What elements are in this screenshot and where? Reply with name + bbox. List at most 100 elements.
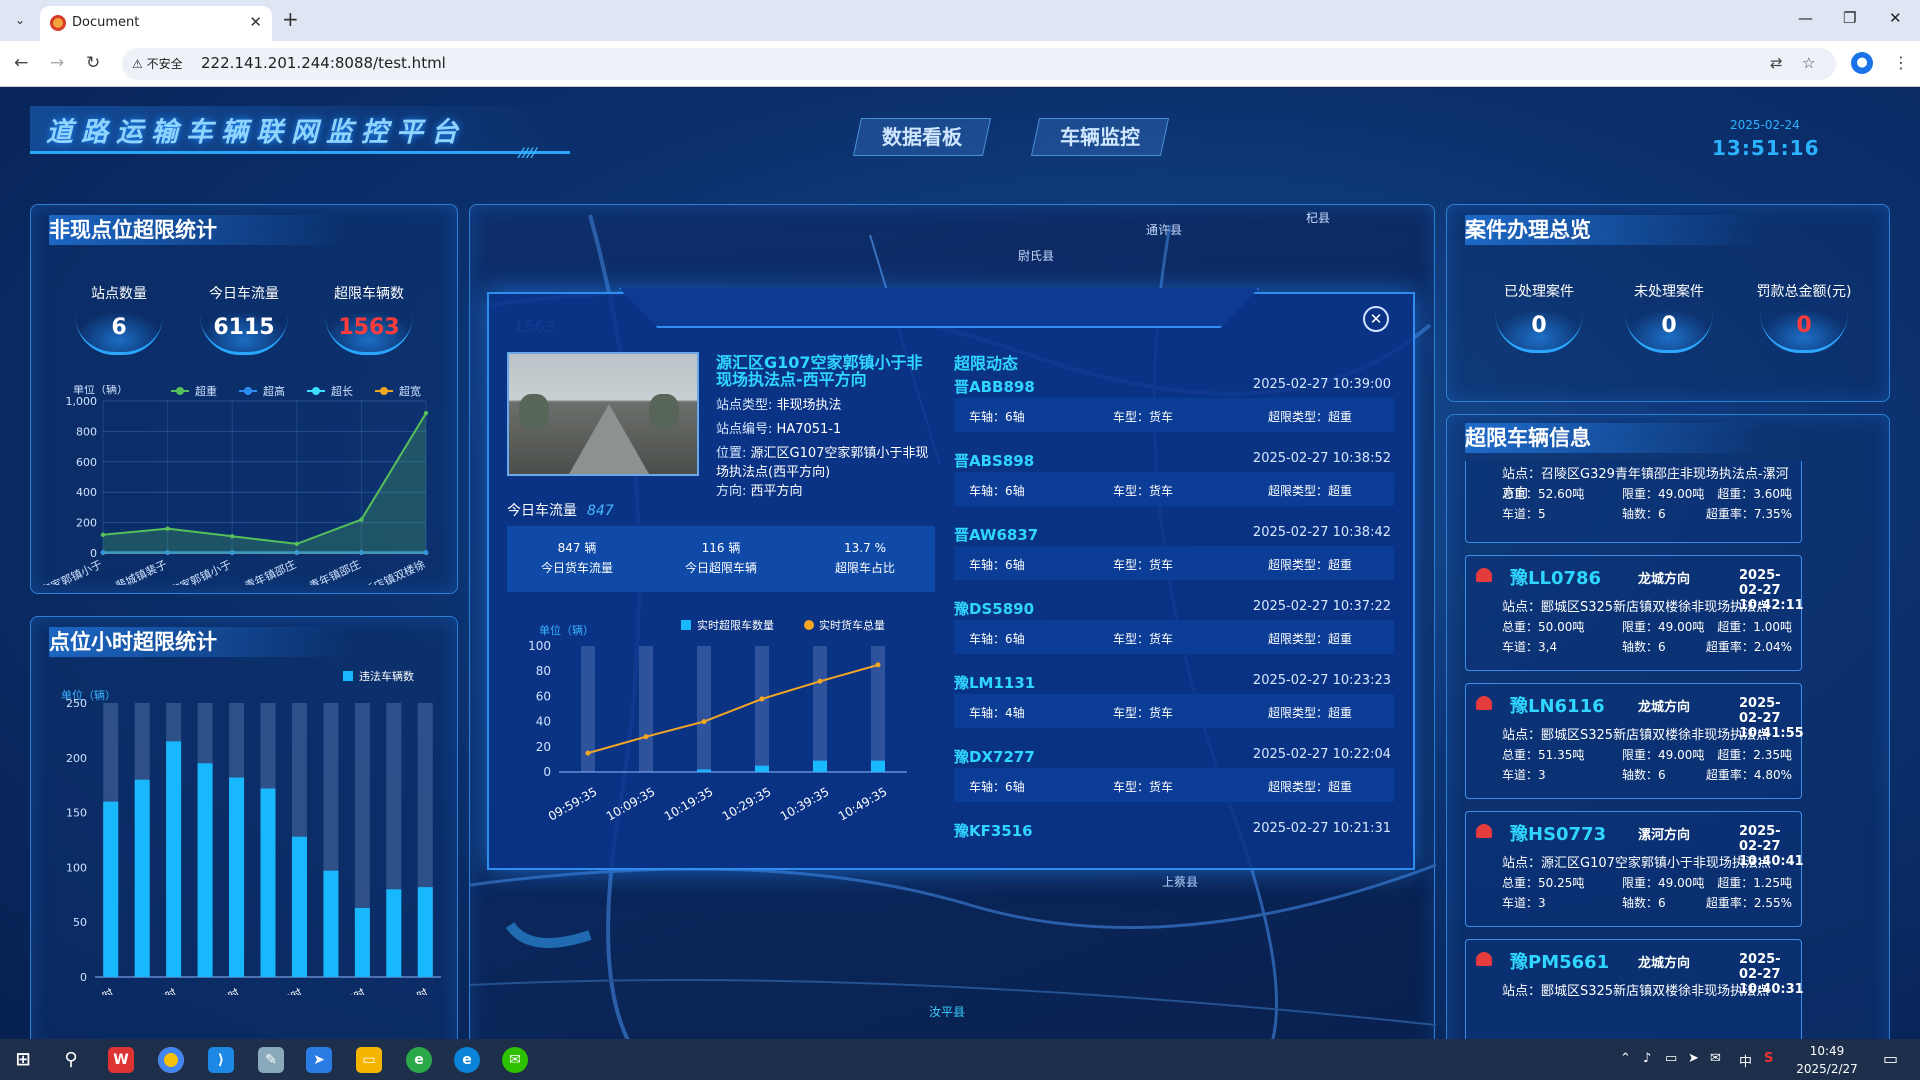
vehicle-direction: 漯河方向	[1638, 828, 1691, 843]
browser-menu-icon[interactable]: ⋮	[1893, 53, 1909, 72]
dyn-axle: 车轴：4轴	[969, 706, 1025, 720]
dyn-vtype: 车型：货车	[1113, 706, 1174, 720]
flow-summary-box: 847 辆今日货车流量 116 辆今日超限车辆 13.7 % 超限车占比	[507, 526, 935, 592]
series-point	[230, 534, 235, 539]
chrome-icon[interactable]	[158, 1047, 184, 1073]
y-tick-label: 40	[536, 715, 551, 729]
translate-icon[interactable]: ⇄	[1770, 54, 1783, 72]
y-tick-label: 20	[536, 740, 551, 754]
browser-tab[interactable]: Document ✕	[40, 6, 272, 41]
notepad-icon[interactable]: ✎	[258, 1047, 284, 1073]
x-tick-label: 新店镇双楼徐	[362, 557, 428, 585]
ime-indicator[interactable]: 中	[1739, 1051, 1752, 1070]
notification-icon[interactable]: ▭	[1883, 1049, 1898, 1068]
dynamics-item[interactable]: 豫DS5890 2025-02-27 10:37:22 车轴：6轴 车型：货车 超限类型…	[954, 598, 1399, 656]
feishu-icon[interactable]: ➤	[306, 1047, 332, 1073]
vehicle-limit: 限重：49.00吨	[1622, 748, 1705, 762]
bar	[417, 887, 433, 977]
restore-icon[interactable]: ❐	[1843, 9, 1856, 27]
y-tick-label: 200	[66, 752, 87, 765]
url-field[interactable]: ⚠ 不安全 222.141.201.244:8088/test.html ⇄ ☆	[122, 48, 1836, 80]
overlimit-line-chart: 单位（辆） 超重 超高 超长 超宽02004006008001,000空家郭镇小于 裴城镇…	[39, 385, 429, 585]
flow-stat-value: 847 辆	[557, 541, 597, 555]
file-explorer-icon[interactable]: ▭	[356, 1047, 382, 1073]
dynamics-item[interactable]: 豫LM1131 2025-02-27 10:23:23 车轴：4轴 车型：货车 超限类型…	[954, 672, 1399, 730]
security-indicator[interactable]: ⚠ 不安全	[132, 55, 183, 72]
dyn-otype: 超限类型：超重	[1268, 780, 1353, 794]
profile-avatar[interactable]: ●	[1851, 52, 1873, 74]
vehicle-axle: 轴数：6	[1622, 896, 1666, 910]
dynamics-item[interactable]: 豫KF3516 2025-02-27 10:21:31	[954, 820, 1399, 878]
network-icon[interactable]: ▭	[1665, 1051, 1677, 1066]
dyn-time: 2025-02-27 10:38:52	[1252, 451, 1391, 466]
x-tick-label: 裴城镇裴子	[113, 557, 169, 585]
close-icon[interactable]: ✕	[1363, 306, 1389, 332]
stat-unhandled-cases: 未处理案件 0	[1614, 281, 1724, 353]
dynamics-item[interactable]: 晋AW6837 2025-02-27 10:38:42 车轴：6轴 车型：货车 超限类型…	[954, 524, 1399, 582]
bar	[260, 788, 276, 977]
vehicle-gross: 总重：50.25吨	[1502, 876, 1585, 890]
vehicle-station: 站点：源汇区G107空家郭镇小于非现场执法点	[1502, 856, 1771, 871]
reload-icon[interactable]: ↻	[86, 53, 100, 73]
search-icon[interactable]: ⚲	[58, 1047, 84, 1073]
edge-icon[interactable]: e	[454, 1047, 480, 1073]
vscode-icon[interactable]: ⟩	[208, 1047, 234, 1073]
x-tick-label: 空家郭镇小于	[168, 557, 234, 585]
wps-icon[interactable]: W	[108, 1047, 134, 1073]
vehicle-card[interactable]: 豫LN6116 龙城方向 2025-02-27 10:41:55 站点：郾城区S325…	[1465, 683, 1804, 799]
vehicle-direction: 龙城方向	[1638, 572, 1691, 587]
series-point	[165, 526, 170, 531]
feishu-tray-icon[interactable]: ➤	[1688, 1051, 1699, 1066]
nav-vehicle-monitor-button[interactable]: 车辆监控	[1030, 118, 1170, 156]
x-tick-label: 00时	[88, 986, 116, 995]
dynamics-item[interactable]: 豫DX7277 2025-02-27 10:22:04 车轴：6轴 车型：货车 超限类型…	[954, 746, 1399, 804]
stat-station-count: 站点数量 6	[64, 283, 174, 355]
dynamics-item[interactable]: 晋ABB898 2025-02-27 10:39:00 车轴：6轴 车型：货车 超限类型…	[954, 376, 1399, 434]
taskbar-clock[interactable]: 10:49 2025/2/27	[1792, 1042, 1862, 1078]
sogou-icon[interactable]: S	[1764, 1051, 1773, 1066]
series-point	[294, 541, 299, 547]
bar-overlimit	[871, 760, 885, 772]
wechat-icon[interactable]: ✉	[502, 1047, 528, 1073]
page-title: 道路运输车辆联网监控平台	[46, 117, 466, 148]
station-code-value: HA7051-1	[776, 422, 842, 437]
x-tick-label: 10:49:35	[836, 784, 890, 823]
dynamics-item[interactable]: 晋ABS898 2025-02-27 10:38:52 车轴：6轴 车型：货车 超限类型…	[954, 450, 1399, 508]
bar	[291, 836, 307, 977]
tray-chevron-icon[interactable]: ⌃	[1620, 1051, 1631, 1066]
vehicle-card[interactable]: 豫PM5661 龙城方向 2025-02-27 10:40:31 站点：郾城区S325…	[1465, 939, 1804, 1039]
vehicle-card[interactable]: 豫HS0773 漯河方向 2025-02-27 10:40:41 站点：源汇区G107…	[1465, 811, 1804, 927]
wechat-tray-icon[interactable]: ✉	[1710, 1051, 1721, 1066]
station-position-label: 位置:	[716, 446, 747, 461]
legend-label: 超重	[195, 385, 217, 398]
browser360-icon[interactable]: e	[406, 1047, 432, 1073]
panel-overlimit-vehicles[interactable]: 超限车辆信息 站点：召陵区G329青年镇邵庄非现场执法点-漯河方向 总重：52.…	[1446, 414, 1890, 1039]
tab-search-icon[interactable]: ⌄	[8, 8, 32, 32]
legend-label: 超高	[263, 385, 285, 398]
camera-snapshot[interactable]	[507, 352, 699, 476]
panel-title: 超限车辆信息	[1465, 423, 1765, 453]
security-label: 不安全	[146, 57, 183, 71]
bookmark-star-icon[interactable]: ☆	[1802, 54, 1815, 72]
realtime-chart: 实时超限车数量 实时货车总量单位（辆）02040608010009:59:35 10…	[528, 618, 907, 824]
window-close-icon[interactable]: ✕	[1889, 9, 1902, 27]
vehicle-card-partial[interactable]: 站点：召陵区G329青年镇邵庄非现场执法点-漯河方向 总重：52.60吨 限重：…	[1465, 461, 1802, 543]
back-icon[interactable]: ←	[14, 53, 28, 73]
volume-icon[interactable]: ♪	[1643, 1051, 1651, 1066]
nav-data-board-button[interactable]: 数据看板	[852, 118, 992, 156]
stat-value: 6	[75, 311, 163, 355]
vehicle-card[interactable]: 豫LL0786 龙城方向 2025-02-27 10:42:11 站点：郾城区S325…	[1465, 555, 1804, 671]
alarm-icon	[1476, 696, 1492, 710]
y-tick-label: 150	[66, 807, 87, 820]
dyn-axle: 车轴：6轴	[969, 558, 1025, 572]
minimize-icon[interactable]: —	[1798, 9, 1813, 27]
flow-stat-label: 超限车占比	[834, 561, 895, 575]
series-point	[100, 532, 106, 537]
station-code-label: 站点编号:	[716, 422, 773, 437]
forward-icon[interactable]: →	[50, 53, 64, 73]
windows-start-icon[interactable]: ⊞	[10, 1047, 36, 1073]
legend-label: 实时货车总量	[819, 618, 885, 632]
new-tab-icon[interactable]: +	[282, 7, 299, 31]
tab-close-icon[interactable]: ✕	[249, 13, 262, 31]
map-label: 通许县	[1146, 223, 1183, 237]
